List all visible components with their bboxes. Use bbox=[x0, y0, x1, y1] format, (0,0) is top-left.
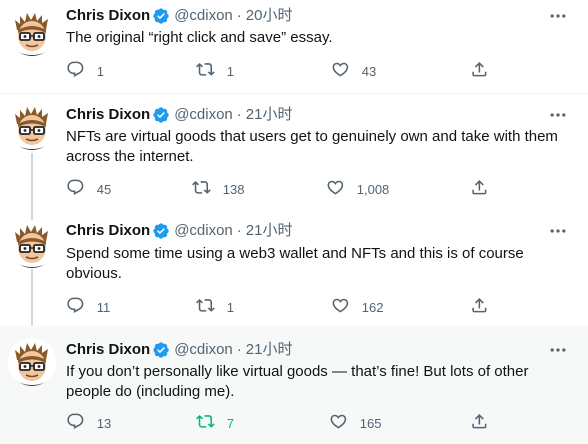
separator-dot: · bbox=[236, 222, 242, 239]
tweet-header: Chris Dixon @cdixon · 21小时 bbox=[66, 105, 292, 125]
heart-icon bbox=[329, 412, 348, 434]
timestamp[interactable]: 21小时 bbox=[246, 340, 293, 360]
separator-dot: · bbox=[236, 341, 242, 358]
avatar[interactable] bbox=[8, 220, 56, 268]
tweet[interactable]: Chris Dixon @cdixon · 20小时 The original … bbox=[0, 0, 588, 93]
verified-badge-icon bbox=[152, 7, 170, 25]
tweet-text: NFTs are virtual goods that users get to… bbox=[66, 128, 558, 165]
tweet[interactable]: Chris Dixon @cdixon · 21小时 Spend some ti… bbox=[0, 208, 588, 324]
avatar[interactable] bbox=[8, 102, 56, 150]
tweet-actions: 13 7 165 bbox=[66, 413, 496, 433]
verified-badge-icon bbox=[152, 341, 170, 359]
retweet-icon bbox=[196, 412, 215, 434]
like-button[interactable]: 165 bbox=[329, 413, 381, 433]
reply-button[interactable]: 1 bbox=[66, 61, 104, 81]
more-options-icon[interactable] bbox=[548, 340, 568, 360]
reply-icon bbox=[66, 60, 85, 82]
share-button[interactable] bbox=[470, 61, 489, 81]
tweet[interactable]: Chris Dixon @cdixon · 21小时 If you don’t … bbox=[0, 326, 588, 444]
more-options-icon[interactable] bbox=[548, 221, 568, 241]
like-count: 162 bbox=[361, 299, 384, 315]
reply-count: 13 bbox=[96, 415, 112, 431]
author-handle[interactable]: @cdixon bbox=[174, 6, 233, 26]
share-button[interactable] bbox=[470, 179, 489, 199]
like-button[interactable]: 43 bbox=[331, 61, 376, 81]
avatar[interactable] bbox=[8, 8, 56, 56]
timestamp[interactable]: 20小时 bbox=[246, 6, 293, 26]
tweet-header: Chris Dixon @cdixon · 21小时 bbox=[66, 340, 292, 360]
reply-icon bbox=[66, 296, 85, 318]
heart-icon bbox=[331, 296, 350, 318]
retweet-button[interactable]: 138 bbox=[192, 179, 244, 199]
reply-count: 11 bbox=[96, 299, 111, 315]
author-handle[interactable]: @cdixon bbox=[174, 221, 233, 241]
like-count: 43 bbox=[361, 63, 377, 79]
reply-count: 45 bbox=[96, 181, 112, 197]
more-options-icon[interactable] bbox=[548, 105, 568, 125]
heart-icon bbox=[326, 178, 345, 200]
retweet-icon bbox=[192, 178, 211, 200]
separator-dot: · bbox=[236, 106, 242, 123]
reply-icon bbox=[66, 178, 85, 200]
tweet-header: Chris Dixon @cdixon · 21小时 bbox=[66, 221, 292, 241]
share-icon bbox=[470, 412, 489, 434]
author-name[interactable]: Chris Dixon bbox=[66, 221, 150, 241]
author-handle[interactable]: @cdixon bbox=[174, 105, 233, 125]
reply-button[interactable]: 45 bbox=[66, 179, 111, 199]
tweet-text: Spend some time using a web3 wallet and … bbox=[66, 245, 524, 282]
tweet-actions: 45 138 1,008 bbox=[66, 179, 496, 199]
reply-button[interactable]: 13 bbox=[66, 413, 111, 433]
reply-button[interactable]: 11 bbox=[66, 297, 110, 317]
retweet-count: 7 bbox=[226, 415, 234, 431]
share-button[interactable] bbox=[470, 413, 489, 433]
separator-dot: · bbox=[236, 7, 242, 24]
timestamp[interactable]: 21小时 bbox=[246, 105, 293, 125]
tweet-text: The original “right click and save” essa… bbox=[66, 29, 333, 46]
author-name[interactable]: Chris Dixon bbox=[66, 340, 150, 360]
author-handle[interactable]: @cdixon bbox=[174, 340, 233, 360]
share-icon bbox=[470, 296, 489, 318]
author-name[interactable]: Chris Dixon bbox=[66, 105, 150, 125]
retweet-icon bbox=[196, 296, 215, 318]
share-button[interactable] bbox=[470, 297, 489, 317]
retweet-count: 138 bbox=[222, 181, 245, 197]
retweet-button[interactable]: 1 bbox=[196, 61, 234, 81]
tweet-header: Chris Dixon @cdixon · 20小时 bbox=[66, 6, 292, 26]
reply-count: 1 bbox=[96, 63, 104, 79]
verified-badge-icon bbox=[152, 106, 170, 124]
tweet[interactable]: Chris Dixon @cdixon · 21小时 NFTs are virt… bbox=[0, 94, 588, 208]
like-button[interactable]: 162 bbox=[331, 297, 383, 317]
like-button[interactable]: 1,008 bbox=[326, 179, 389, 199]
verified-badge-icon bbox=[152, 222, 170, 240]
retweet-button[interactable]: 7 bbox=[196, 413, 234, 433]
avatar[interactable] bbox=[8, 338, 56, 386]
retweet-count: 1 bbox=[226, 299, 234, 315]
heart-icon bbox=[331, 60, 350, 82]
tweet-actions: 1 1 43 bbox=[66, 61, 496, 81]
like-count: 165 bbox=[359, 415, 382, 431]
retweet-count: 1 bbox=[226, 63, 234, 79]
retweet-button[interactable]: 1 bbox=[196, 297, 234, 317]
author-name[interactable]: Chris Dixon bbox=[66, 6, 150, 26]
tweet-actions: 11 1 162 bbox=[66, 297, 496, 317]
like-count: 1,008 bbox=[356, 181, 390, 197]
reply-icon bbox=[66, 412, 85, 434]
more-options-icon[interactable] bbox=[548, 6, 568, 26]
timestamp[interactable]: 21小时 bbox=[246, 221, 293, 241]
retweet-icon bbox=[196, 60, 215, 82]
share-icon bbox=[470, 60, 489, 82]
tweet-text: If you don’t personally like virtual goo… bbox=[66, 363, 529, 400]
share-icon bbox=[470, 178, 489, 200]
